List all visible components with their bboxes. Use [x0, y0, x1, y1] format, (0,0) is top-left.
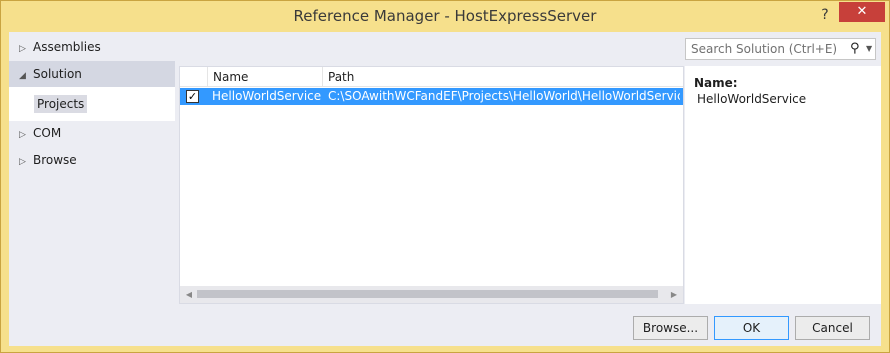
- nav-item-label: Browse: [33, 153, 77, 167]
- dropdown-arrow-icon[interactable]: ▼: [866, 44, 872, 53]
- row-path: C:\SOAwithWCFandEF\Projects\HelloWorld\H…: [328, 89, 680, 103]
- nav-item-solution[interactable]: ◢ Solution: [9, 61, 175, 87]
- ok-button[interactable]: OK: [714, 316, 789, 340]
- list-header: Name Path: [180, 67, 683, 87]
- scroll-left-icon[interactable]: ◀: [182, 286, 196, 303]
- row-name: HelloWorldService: [212, 89, 322, 103]
- expand-arrow-icon[interactable]: ▷: [19, 149, 33, 175]
- column-header-path[interactable]: Path: [323, 67, 683, 87]
- help-button[interactable]: ?: [815, 5, 835, 25]
- column-header-check[interactable]: [180, 67, 208, 87]
- details-value: HelloWorldService: [697, 92, 807, 106]
- left-nav: ▷ Assemblies ◢ Solution Projects ▷ COM ▷ Bro…: [9, 32, 175, 304]
- window-title: Reference Manager - HostExpressServer: [293, 7, 597, 25]
- nav-subitem-container: Projects: [9, 87, 175, 121]
- browse-button[interactable]: Browse...: [633, 316, 708, 340]
- reference-list: Name Path ✓ HelloWorldService C:\SOAwith…: [179, 66, 684, 304]
- details-panel: Name: HelloWorldService: [685, 66, 881, 304]
- close-button[interactable]: ✕: [839, 2, 885, 22]
- expand-arrow-icon[interactable]: ▷: [19, 122, 33, 148]
- nav-item-label: COM: [33, 126, 62, 140]
- search-icon[interactable]: ⚲: [850, 41, 860, 56]
- details-label: Name:: [694, 76, 738, 90]
- nav-item-assemblies[interactable]: ▷ Assemblies: [9, 34, 175, 60]
- expand-arrow-icon[interactable]: ▷: [19, 36, 33, 62]
- column-header-name[interactable]: Name: [208, 67, 323, 87]
- nav-item-label: Assemblies: [33, 40, 101, 54]
- search-box[interactable]: Search Solution (Ctrl+E) ⚲ ▼: [685, 38, 876, 60]
- title-bar[interactable]: Reference Manager - HostExpressServer ? …: [1, 1, 889, 32]
- scroll-right-icon[interactable]: ▶: [667, 286, 681, 303]
- scrollbar-thumb[interactable]: [197, 290, 658, 298]
- nav-item-com[interactable]: ▷ COM: [9, 120, 175, 146]
- table-row[interactable]: ✓ HelloWorldService C:\SOAwithWCFandEF\P…: [180, 88, 683, 105]
- collapse-arrow-icon[interactable]: ◢: [19, 63, 33, 89]
- nav-item-browse[interactable]: ▷ Browse: [9, 147, 175, 173]
- horizontal-scrollbar[interactable]: ◀ ▶: [180, 286, 683, 303]
- dialog-body: ▷ Assemblies ◢ Solution Projects ▷ COM ▷ Bro…: [9, 32, 881, 346]
- nav-item-label: Solution: [33, 67, 82, 81]
- reference-manager-window: Reference Manager - HostExpressServer ? …: [0, 0, 890, 353]
- nav-subitem-projects[interactable]: Projects: [34, 95, 88, 113]
- include-checkbox[interactable]: ✓: [186, 90, 199, 103]
- cancel-button[interactable]: Cancel: [795, 316, 870, 340]
- search-input[interactable]: Search Solution (Ctrl+E): [691, 42, 837, 56]
